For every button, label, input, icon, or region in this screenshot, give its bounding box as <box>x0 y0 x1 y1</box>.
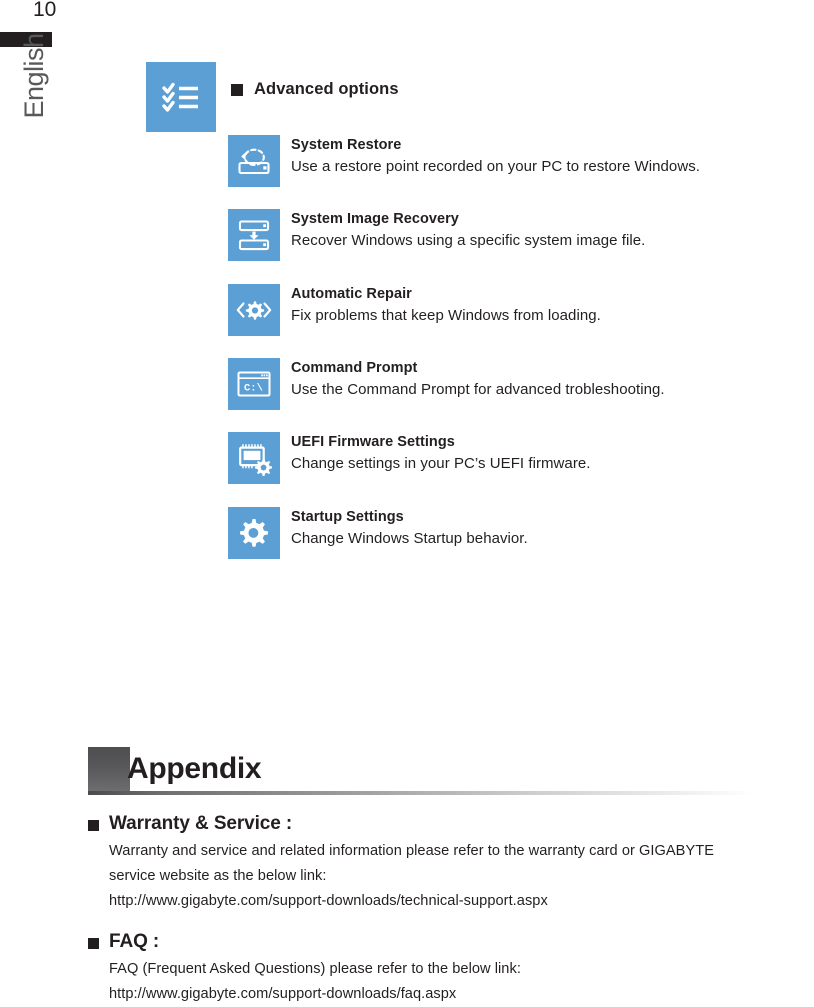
advanced-options-title-text: Advanced options <box>254 80 399 98</box>
command-prompt-icon: C:\ <box>228 358 280 410</box>
option-description: Recover Windows using a specific system … <box>291 232 646 249</box>
automatic-repair-icon <box>228 284 280 336</box>
option-description: Fix problems that keep Windows from load… <box>291 307 601 324</box>
faq-heading-text: FAQ : <box>109 931 160 952</box>
svg-text:C:\: C:\ <box>244 382 263 394</box>
option-text-block: System Restore Use a restore point recor… <box>291 135 700 178</box>
option-text-block: Automatic Repair Fix problems that keep … <box>291 284 601 327</box>
faq-body: FAQ (Frequent Asked Questions) please re… <box>109 957 521 1007</box>
appendix-block-warranty: Warranty & Service : Warranty and servic… <box>88 812 714 914</box>
warranty-line: service website as the below link: <box>109 868 327 884</box>
warranty-body: Warranty and service and related informa… <box>109 839 714 914</box>
advanced-options-title: Advanced options <box>231 80 399 99</box>
page-number: 10 <box>33 0 57 21</box>
language-tab-label: English <box>19 33 49 119</box>
square-bullet-icon <box>88 937 99 949</box>
system-image-recovery-icon <box>228 209 280 261</box>
option-title: System Image Recovery <box>291 211 459 227</box>
option-text-block: Startup Settings Change Windows Startup … <box>291 507 528 550</box>
option-text-block: System Image Recovery Recover Windows us… <box>291 209 645 252</box>
option-row-startup-settings[interactable]: Startup Settings Change Windows Startup … <box>228 507 528 559</box>
warranty-support-link[interactable]: http://www.gigabyte.com/support-download… <box>109 889 714 914</box>
startup-settings-icon <box>228 507 280 559</box>
option-description: Use the Command Prompt for advanced trob… <box>291 381 665 398</box>
faq-line: FAQ (Frequent Asked Questions) please re… <box>109 961 521 977</box>
option-title: UEFI Firmware Settings <box>291 434 455 450</box>
option-row-uefi-firmware-settings[interactable]: UEFI Firmware Settings Change settings i… <box>228 432 590 484</box>
option-title: Command Prompt <box>291 360 418 376</box>
appendix-accent-block <box>88 747 130 791</box>
option-description: Use a restore point recorded on your PC … <box>291 158 700 175</box>
warranty-heading: Warranty & Service : <box>88 812 714 836</box>
option-row-system-image-recovery[interactable]: System Image Recovery Recover Windows us… <box>228 209 645 261</box>
option-row-automatic-repair[interactable]: Automatic Repair Fix problems that keep … <box>228 284 601 336</box>
square-bullet-icon <box>231 83 243 96</box>
option-row-command-prompt[interactable]: C:\ Command Prompt Use the Command Promp… <box>228 358 665 410</box>
option-text-block: Command Prompt Use the Command Prompt fo… <box>291 358 665 401</box>
uefi-firmware-settings-icon <box>228 432 280 484</box>
warranty-heading-text: Warranty & Service : <box>109 813 293 834</box>
faq-heading: FAQ : <box>88 930 521 954</box>
option-title: System Restore <box>291 137 402 153</box>
option-text-block: UEFI Firmware Settings Change settings i… <box>291 432 590 475</box>
appendix-block-faq: FAQ : FAQ (Frequent Asked Questions) ple… <box>88 930 521 1007</box>
appendix-gradient-rule <box>88 791 814 795</box>
warranty-line: Warranty and service and related informa… <box>109 843 715 859</box>
system-restore-icon <box>228 135 280 187</box>
checklist-icon <box>146 62 216 132</box>
option-title: Startup Settings <box>291 509 404 525</box>
option-description: Change settings in your PC’s UEFI firmwa… <box>291 455 591 472</box>
appendix-title: Appendix <box>127 752 262 785</box>
square-bullet-icon <box>88 819 99 831</box>
option-title: Automatic Repair <box>291 286 412 302</box>
faq-link[interactable]: http://www.gigabyte.com/support-download… <box>109 982 521 1007</box>
option-row-system-restore[interactable]: System Restore Use a restore point recor… <box>228 135 700 187</box>
option-description: Change Windows Startup behavior. <box>291 530 528 547</box>
